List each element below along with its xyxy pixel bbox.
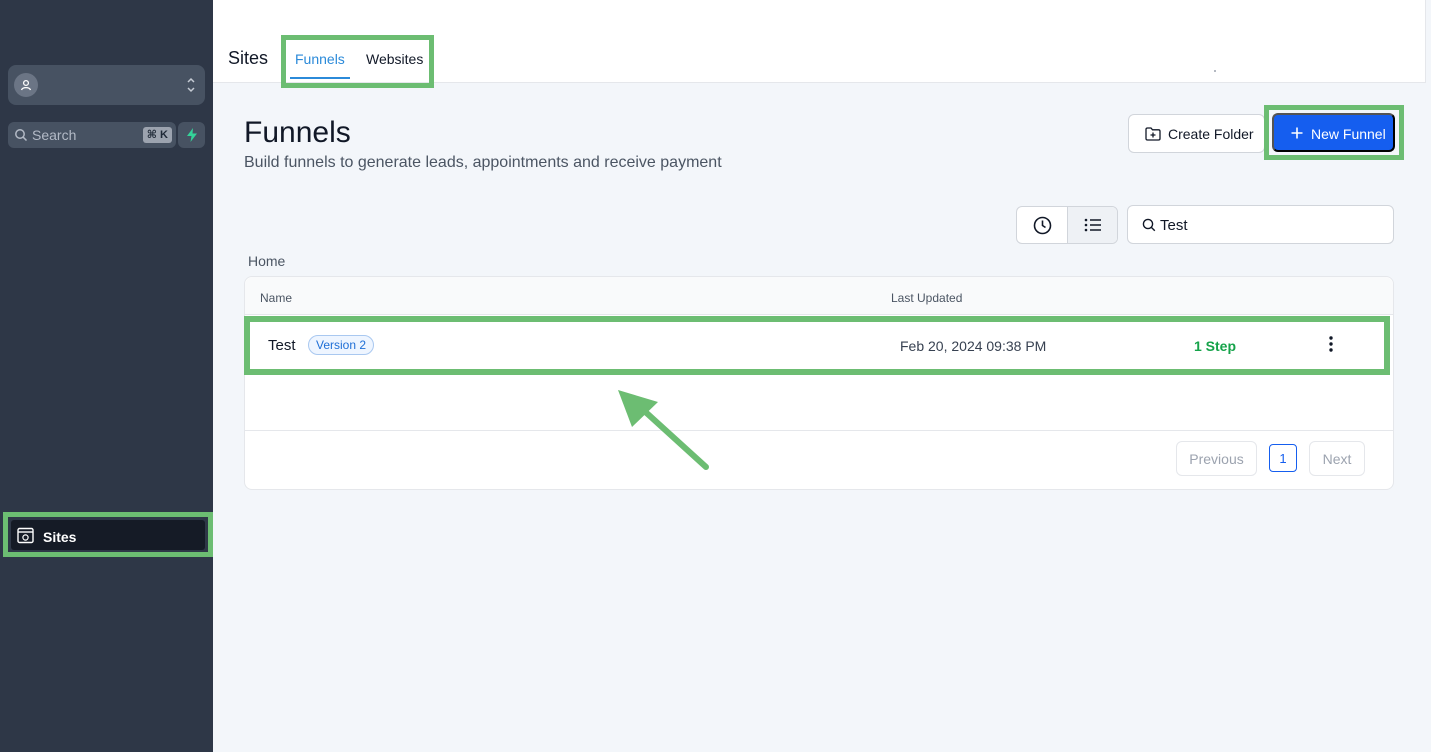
- header-dot: [1214, 70, 1216, 72]
- recent-view-button[interactable]: [1017, 207, 1067, 243]
- sidebar-item-sites[interactable]: Sites: [11, 520, 205, 550]
- list-view-button[interactable]: [1067, 207, 1117, 243]
- account-switcher[interactable]: [8, 65, 205, 105]
- tab-funnels-label: Funnels: [295, 51, 345, 67]
- list-icon: [1084, 218, 1101, 232]
- pagination-page-1[interactable]: 1: [1269, 444, 1297, 472]
- view-toggle: [1016, 206, 1118, 244]
- column-header-last-updated[interactable]: Last Updated: [891, 291, 962, 305]
- funnel-search: [1127, 205, 1394, 244]
- version-badge: Version 2: [308, 335, 375, 355]
- kebab-menu-icon[interactable]: [1322, 334, 1340, 354]
- page-title: Funnels: [244, 116, 351, 149]
- breadcrumb[interactable]: Home: [248, 253, 285, 269]
- clock-icon: [1033, 216, 1051, 234]
- create-folder-button[interactable]: Create Folder: [1128, 114, 1265, 153]
- pagination-next[interactable]: Next: [1309, 441, 1365, 476]
- new-funnel-label: New Funnel: [1311, 126, 1386, 142]
- table-header: Name Last Updated: [245, 277, 1393, 315]
- search-icon: [15, 129, 28, 142]
- last-updated-value: Feb 20, 2024 09:38 PM: [900, 338, 1047, 354]
- user-circle-icon: [14, 73, 38, 97]
- bolt-icon: [186, 128, 197, 142]
- page-subtitle: Build funnels to generate leads, appoint…: [244, 154, 722, 171]
- section-title: Sites: [228, 48, 269, 68]
- sidebar-item-sites-label: Sites: [43, 529, 77, 545]
- plus-icon: [1291, 127, 1303, 139]
- browser-window-icon: [17, 527, 34, 544]
- annotation-arrow-icon: [618, 390, 709, 470]
- folder-plus-icon: [1145, 127, 1161, 141]
- pagination-previous[interactable]: Previous: [1176, 441, 1257, 476]
- sidebar: Search ⌘ K: [0, 0, 213, 752]
- tab-websites[interactable]: Websites: [366, 51, 423, 67]
- sidebar-search[interactable]: Search ⌘ K: [8, 122, 176, 148]
- column-header-name[interactable]: Name: [260, 291, 292, 305]
- tab-funnels[interactable]: Funnels: [290, 40, 350, 79]
- chevron-up-down-icon: [187, 77, 195, 93]
- sidebar-search-label: Search: [32, 127, 77, 143]
- new-funnel-button[interactable]: New Funnel: [1272, 113, 1395, 152]
- funnel-search-input[interactable]: [1160, 214, 1380, 236]
- header-edge: [1425, 0, 1431, 83]
- table-divider: [244, 430, 1394, 431]
- search-icon: [1142, 218, 1156, 232]
- steps-count[interactable]: 1 Step: [1194, 338, 1236, 354]
- create-folder-label: Create Folder: [1168, 126, 1254, 142]
- funnel-name[interactable]: Test: [268, 337, 296, 354]
- quick-action-button[interactable]: [178, 122, 205, 148]
- search-shortcut-badge: ⌘ K: [142, 127, 172, 143]
